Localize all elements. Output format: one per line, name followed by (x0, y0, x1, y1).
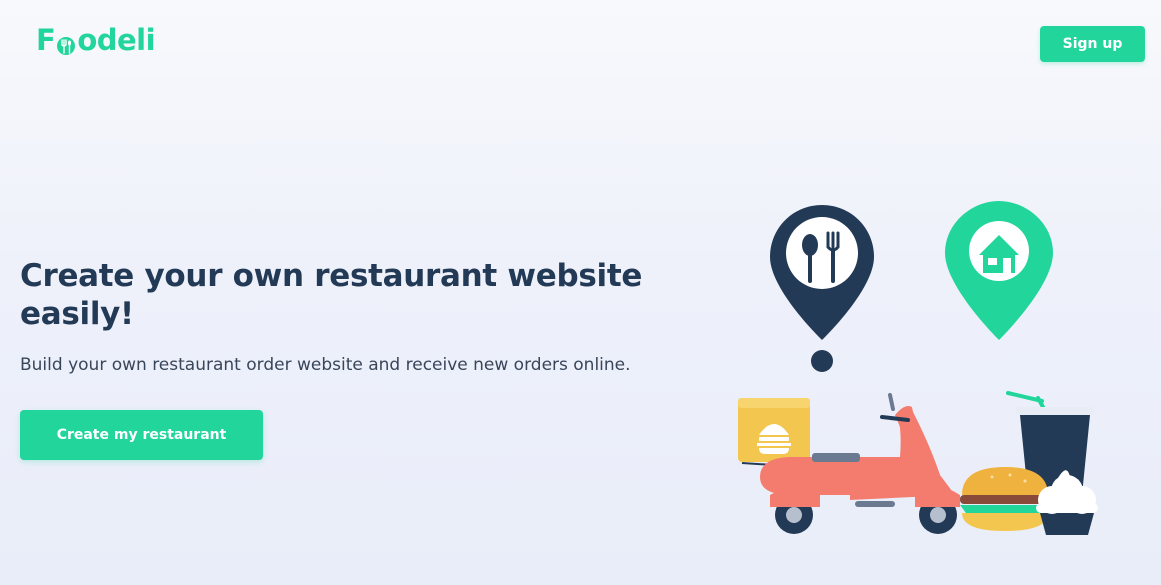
logo-text-start: F (36, 23, 56, 57)
hero-subtext: Build your own restaurant order website … (20, 355, 631, 375)
burger-icon (960, 467, 1050, 531)
create-restaurant-button[interactable]: Create my restaurant (20, 410, 263, 460)
signup-button[interactable]: Sign up (1040, 26, 1145, 62)
hero-headline: Create your own restaurant website easil… (20, 258, 643, 332)
scooter-icon (738, 393, 960, 534)
home-pin-icon (945, 201, 1053, 340)
restaurant-pin-icon (770, 205, 874, 372)
logo-text-end: odeli (77, 23, 156, 57)
fork-spoon-icon (56, 33, 76, 55)
delivery-illustration (738, 201, 1098, 535)
logo[interactable]: F odeli (36, 23, 156, 57)
